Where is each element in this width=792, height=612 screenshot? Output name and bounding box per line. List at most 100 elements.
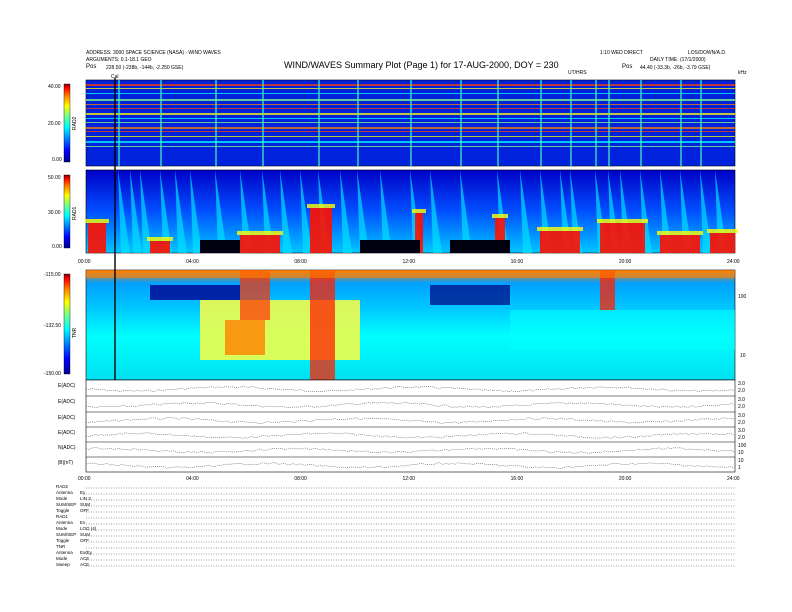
info-row: RAD1 (56, 514, 80, 519)
info-key: Mode (56, 496, 68, 501)
rad2-colorbar (63, 83, 71, 163)
time-tick-label: 20:00 (618, 476, 632, 482)
rad1-tick-mid: 30.00 (48, 210, 61, 216)
tnr-yellow-region (200, 300, 360, 360)
rad2-burst (318, 80, 320, 166)
rad1-yellow-edge (657, 231, 703, 235)
info-row: SUM/SEP SUM (56, 532, 90, 537)
time-tick-label: 00:00 (78, 259, 91, 265)
tnr-right-tick-10: 10 (740, 353, 746, 359)
rad1-colorbar (63, 174, 71, 249)
rad2-burst (540, 80, 542, 166)
lineplot-right-tick: 3.0 (738, 428, 745, 434)
time-tick-label: 04:00 (186, 259, 199, 265)
info-key: Antenna (56, 550, 73, 555)
rad2-burst (262, 80, 264, 166)
lineplot-label: |B|(nT) (58, 460, 74, 466)
rad1-red-patch (88, 223, 106, 253)
time-tick-label: 00:00 (78, 476, 91, 482)
lineplot-right-tick: 1 (738, 465, 741, 471)
info-value: LOG (4) (80, 526, 97, 531)
lineplot-right-tick: 100 (738, 443, 747, 449)
info-row: Toggle OFF (56, 508, 89, 513)
time-tick-label: 16:00 (510, 259, 524, 265)
time-tick-label: 24:00 (727, 476, 740, 482)
time-tick-label: 20:00 (618, 259, 632, 265)
tnr-tick-mid: -132.50 (44, 323, 61, 329)
rad2-panel (85, 79, 736, 167)
info-key: TNR (56, 544, 66, 549)
rad1-yellow-edge (597, 219, 648, 223)
rad2-burst (357, 80, 359, 166)
time-tick-label: 08:00 (294, 259, 307, 265)
time-tick-label: 24:00 (727, 259, 740, 265)
tnr-colorbar (63, 273, 71, 375)
lineplot-label: E(ADC) (58, 415, 76, 421)
rad2-burst (680, 80, 682, 166)
lineplot-right-tick: 3.0 (738, 381, 745, 387)
info-value: Ex (80, 520, 86, 525)
info-key: RAD2 (56, 484, 69, 489)
tnr-orange-region (225, 320, 265, 355)
rad2-burst (118, 80, 120, 166)
rad1-yellow-edge (85, 219, 109, 223)
info-key: SUM/SEP (56, 532, 77, 537)
lineplot-right-tick: 2.0 (738, 435, 745, 441)
lineplot-right-tick: 2.0 (738, 420, 745, 426)
rad1-yellow-edge (307, 204, 335, 208)
info-row: Toggle OFF (56, 538, 89, 543)
rad1-red-patch (240, 235, 280, 253)
info-key: Mode (56, 526, 68, 531)
tnr-cyan-region (510, 310, 735, 350)
rad2-tick-top: 40.00 (48, 84, 61, 90)
rad1-tick-top: 50.00 (48, 175, 61, 181)
lineplot-label: E(ADC) (58, 383, 76, 389)
rad2-tick-bottom: 0.00 (52, 157, 62, 163)
rad2-burst (497, 80, 499, 166)
rad1-yellow-edge (537, 227, 583, 231)
info-row: Mode ACE (56, 556, 89, 561)
lineplot-right-tick: 3.0 (738, 397, 745, 403)
tnr-right-tick-100: 100 (738, 294, 747, 300)
info-row: Antenna Ex/Ey (56, 550, 92, 555)
info-key: Toggle (56, 508, 70, 513)
rad1-red-patch (150, 241, 170, 253)
time-tick-label: 12:00 (402, 476, 416, 482)
info-value: ACE (80, 562, 90, 567)
rad2-burst (410, 80, 412, 166)
info-value: ACE (80, 556, 90, 561)
time-tick-label: 04:00 (186, 476, 199, 482)
info-key: SUM/SEP (56, 502, 77, 507)
rad2-tick-mid: 20.00 (48, 121, 61, 127)
tnr-tick-top: -115.00 (44, 272, 61, 278)
rad1-label: RAD1 (72, 206, 78, 220)
tnr-dark-band (150, 285, 240, 300)
info-row: Mode LIN 3 (56, 496, 91, 501)
summary-plot-canvas (63, 78, 738, 567)
rad1-yellow-edge (412, 209, 426, 213)
info-row: Sweep ACE (56, 562, 89, 567)
rad2-burst (570, 80, 572, 166)
info-key: Antenna (56, 520, 73, 525)
rad1-yellow-edge (492, 214, 508, 218)
rad2-label: RAD2 (72, 116, 78, 130)
rad1-red-patch (310, 208, 332, 253)
rad2-burst (460, 80, 462, 166)
lineplot-label: N(ADC) (58, 445, 76, 451)
lineplot-right-tick: 2.0 (738, 404, 745, 410)
lineplot-right-tick: 2.0 (738, 388, 745, 394)
info-value: Ex/Ey (80, 550, 92, 555)
rad1-red-patch (710, 233, 735, 253)
lineplot-label: E(ADC) (58, 430, 76, 436)
info-value: OFF (80, 508, 89, 513)
rad1-dark-region (450, 240, 510, 253)
info-row: Antenna Ex (56, 520, 85, 525)
time-tick-label: 08:00 (294, 476, 307, 482)
info-row: TNR (56, 544, 80, 549)
info-key: RAD1 (56, 514, 69, 519)
info-value: SUM (80, 532, 90, 537)
rad1-dark-region (360, 240, 420, 253)
info-row: RAD2 (56, 484, 80, 489)
rad1-red-patch (540, 231, 580, 253)
rad2-burst (608, 80, 610, 166)
